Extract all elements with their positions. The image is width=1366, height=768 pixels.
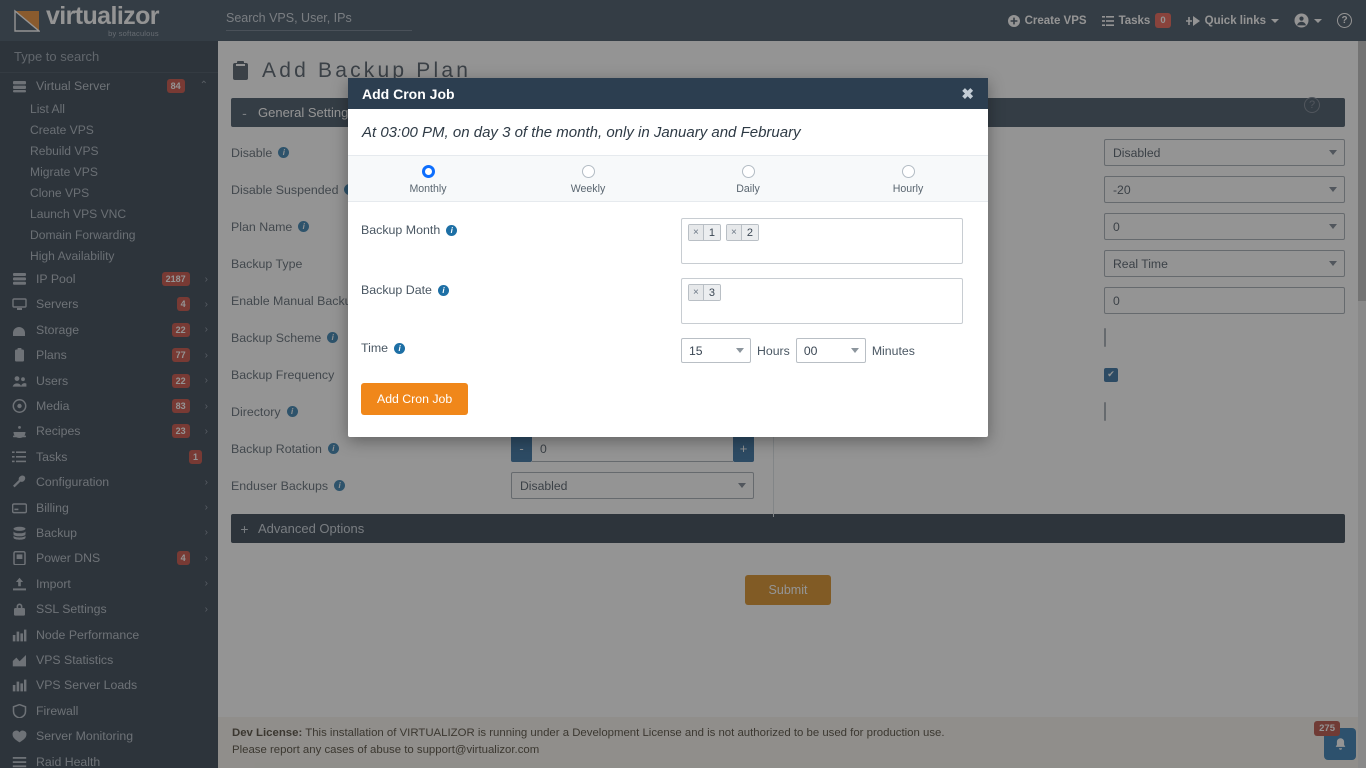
info-icon[interactable]: i (446, 224, 458, 236)
time-controls: 15 Hours 00 Minutes (681, 338, 915, 363)
backup-month-label: Backup Month i (361, 218, 681, 237)
tab-daily[interactable]: Daily (668, 165, 828, 195)
minutes-unit-label: Minutes (871, 343, 915, 358)
time-label: Time i (361, 338, 681, 355)
tag-item[interactable]: × 3 (688, 284, 721, 301)
tag-value: 3 (703, 285, 720, 300)
tag-remove-icon[interactable]: × (726, 225, 742, 240)
radio-daily-icon[interactable] (741, 165, 755, 178)
modal-title: Add Cron Job (362, 85, 455, 102)
info-icon[interactable]: i (394, 342, 406, 354)
tab-weekly[interactable]: Weekly (508, 165, 668, 195)
tab-monthly[interactable]: Monthly (348, 165, 508, 195)
modal-footer: Add Cron Job (348, 377, 988, 437)
close-icon[interactable]: ✖ (961, 85, 974, 103)
radio-hourly-icon[interactable] (901, 165, 915, 178)
minutes-select[interactable]: 00 (795, 338, 866, 363)
hours-value: 15 (689, 343, 703, 358)
backup-date-label: Backup Date i (361, 278, 681, 297)
hours-unit-label: Hours (757, 343, 790, 358)
modal-body: Backup Month i × 1 × 2 Backup Date i × 3 Tim… (348, 202, 988, 363)
modal-header: Add Cron Job ✖ (348, 78, 988, 109)
radio-monthly-icon[interactable] (421, 165, 435, 178)
tab-daily-label: Daily (736, 183, 760, 195)
backup-date-row: Backup Date i × 3 (361, 278, 963, 324)
tab-monthly-label: Monthly (409, 183, 447, 195)
add-cron-job-modal: Add Cron Job ✖ At 03:00 PM, on day 3 of … (348, 78, 988, 437)
radio-weekly-icon[interactable] (581, 165, 595, 178)
tag-value: 1 (703, 225, 720, 240)
cron-description: At 03:00 PM, on day 3 of the month, only… (362, 124, 801, 141)
tag-item[interactable]: × 2 (725, 224, 759, 241)
tab-hourly-label: Hourly (892, 183, 924, 195)
backup-month-row: Backup Month i × 1 × 2 (361, 218, 963, 264)
chevron-down-icon (850, 348, 859, 353)
time-row: Time i 15 Hours 00 Minutes (361, 338, 963, 363)
tag-item[interactable]: × 1 (688, 224, 721, 241)
tab-hourly[interactable]: Hourly (828, 165, 988, 195)
tag-remove-icon[interactable]: × (689, 285, 704, 300)
cron-frequency-tabs: Monthly Weekly Daily Hourly (348, 155, 988, 202)
backup-date-tag-input[interactable]: × 3 (681, 278, 963, 324)
chevron-down-icon (736, 348, 744, 353)
minutes-value: 00 (803, 343, 818, 358)
add-cron-job-button[interactable]: Add Cron Job (361, 383, 469, 415)
tag-remove-icon[interactable]: × (689, 225, 704, 240)
backup-month-tag-input[interactable]: × 1 × 2 (681, 218, 963, 264)
info-icon[interactable]: i (437, 284, 449, 296)
hours-select[interactable]: 15 (681, 338, 751, 363)
tag-value: 2 (741, 225, 758, 240)
tab-weekly-label: Weekly (570, 183, 606, 195)
